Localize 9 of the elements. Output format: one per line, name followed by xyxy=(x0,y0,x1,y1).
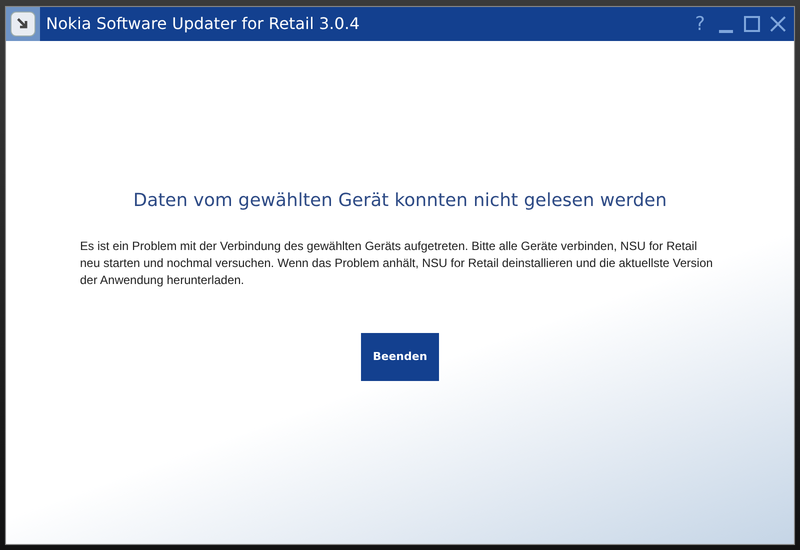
maximize-button[interactable] xyxy=(742,14,762,34)
dialog-heading: Daten vom gewählten Gerät konnten nicht gelesen werden xyxy=(133,189,667,213)
app-logo-icon xyxy=(6,7,40,41)
close-button[interactable] xyxy=(768,14,788,34)
quit-button[interactable]: Beenden xyxy=(361,333,439,381)
help-button[interactable]: ? xyxy=(690,14,710,34)
error-message: Es ist ein Problem mit der Verbindung des gewählten Geräts aufgetreten. Bitte alle Geräte verbinden, NSU for Retail neu starten und nochmal versuchen. Wenn das Problem anhält, NSU for Retail deinstallieren und die aktuellste Version der Anwendung herunterladen. xyxy=(80,238,714,289)
minimize-button[interactable] xyxy=(719,30,733,32)
window-title: Nokia Software Updater for Retail 3.0.4 xyxy=(46,13,360,35)
